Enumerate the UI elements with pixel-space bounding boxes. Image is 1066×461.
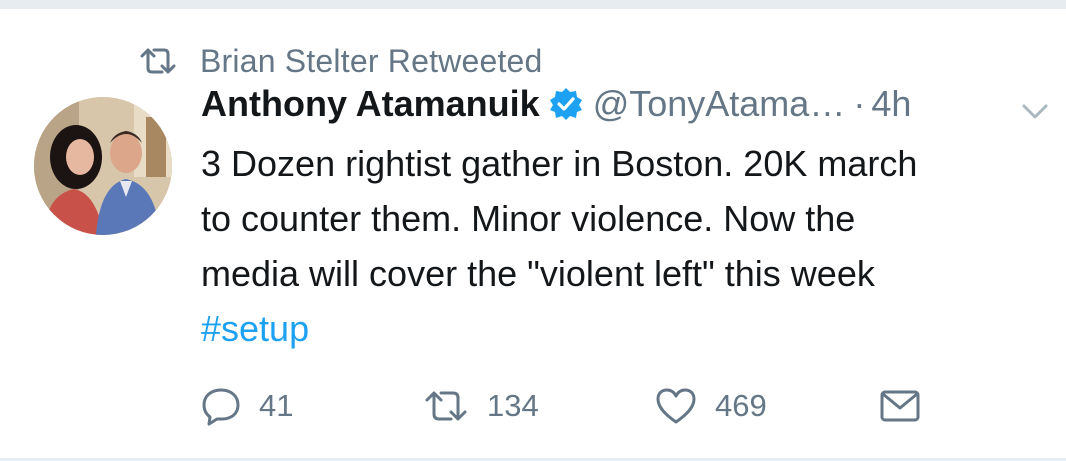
tweet-text-line: 3 Dozen rightist gather in Boston. 20K m… — [201, 143, 918, 184]
chevron-down-icon[interactable] — [1018, 98, 1052, 124]
retweet-context: Brian Stelter Retweeted — [138, 41, 543, 81]
tweet-card[interactable]: Brian Stelter Retweeted Anthony Atamanui… — [0, 9, 1066, 458]
hashtag-link[interactable]: #setup — [201, 301, 1051, 356]
reply-icon — [202, 388, 240, 426]
reply-button[interactable]: 41 — [201, 380, 293, 432]
tweet-header: Anthony Atamanuik @TonyAtama… · 4h — [201, 82, 911, 126]
retweet-count: 134 — [487, 388, 539, 423]
avatar-photo — [34, 97, 172, 235]
retweet-context-text[interactable]: Brian Stelter Retweeted — [200, 43, 543, 80]
top-divider — [0, 0, 1066, 9]
retweet-icon — [425, 391, 467, 421]
retweet-icon — [140, 48, 176, 74]
avatar[interactable] — [34, 97, 172, 235]
like-count: 469 — [715, 388, 767, 423]
heart-icon — [656, 388, 696, 424]
tweet-text-line: to counter them. Minor violence. Now the — [201, 198, 856, 239]
tweet-text-line: media will cover the "violent left" this… — [201, 253, 875, 294]
mail-icon — [880, 390, 920, 422]
retweet-button[interactable]: 134 — [423, 380, 539, 432]
author-handle[interactable]: @TonyAtama… — [593, 83, 846, 125]
verified-badge-icon — [549, 88, 582, 120]
separator-dot: · — [853, 83, 866, 124]
reply-count: 41 — [259, 388, 294, 423]
tweet-timestamp[interactable]: 4h — [871, 83, 911, 125]
tweet-actions: 41 134 469 — [201, 380, 941, 432]
tweet-text: 3 Dozen rightist gather in Boston. 20K m… — [201, 136, 1051, 356]
like-button[interactable]: 469 — [655, 380, 767, 432]
direct-message-button[interactable] — [879, 380, 921, 432]
display-name[interactable]: Anthony Atamanuik — [201, 83, 540, 125]
